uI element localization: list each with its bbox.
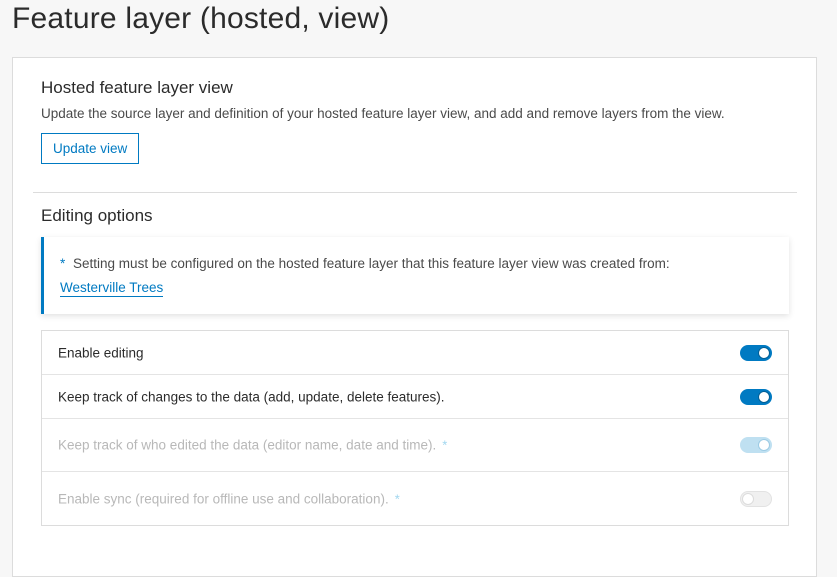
toggle-knob — [758, 346, 770, 359]
notice-text: * Setting must be configured on the host… — [60, 256, 670, 271]
option-enable-editing: Enable editing — [42, 331, 788, 375]
option-track-changes: Keep track of changes to the data (add, … — [42, 375, 788, 419]
settings-panel: Hosted feature layer view Update the sou… — [12, 57, 817, 577]
option-enable-sync: Enable sync (required for offline use an… — [42, 472, 788, 525]
editing-options-list: Enable editing Keep track of changes to … — [41, 330, 789, 526]
option-text: Keep track of who edited the data (edito… — [58, 437, 437, 453]
toggle-knob — [758, 439, 770, 451]
page-title: Feature layer (hosted, view) — [12, 2, 390, 35]
option-label: Enable sync (required for offline use an… — [58, 491, 400, 506]
toggle-knob — [742, 492, 754, 505]
update-view-button[interactable]: Update view — [41, 133, 140, 164]
option-text: Enable sync (required for offline use an… — [58, 491, 389, 506]
view-section-description: Update the source layer and definition o… — [41, 106, 725, 121]
editing-section-heading: Editing options — [41, 206, 153, 225]
required-asterisk-icon: * — [394, 491, 400, 506]
view-section-heading: Hosted feature layer view — [41, 78, 233, 97]
notice-message: Setting must be configured on the hosted… — [73, 256, 670, 271]
option-label: Keep track of changes to the data (add, … — [58, 389, 445, 404]
required-asterisk-icon: * — [60, 256, 66, 271]
track-editors-toggle — [740, 437, 772, 453]
option-label: Keep track of who edited the data (edito… — [58, 438, 447, 453]
enable-editing-toggle[interactable] — [740, 344, 772, 361]
track-changes-toggle[interactable] — [740, 388, 772, 405]
enable-sync-toggle — [740, 490, 772, 507]
option-track-editors: Keep track of who edited the data (edito… — [42, 419, 788, 472]
required-asterisk-icon: * — [442, 437, 448, 453]
source-layer-link[interactable]: Westerville Trees — [60, 280, 164, 297]
source-layer-notice: * Setting must be configured on the host… — [41, 237, 789, 314]
option-label: Enable editing — [58, 345, 144, 360]
toggle-knob — [758, 390, 770, 403]
section-divider — [33, 192, 797, 193]
